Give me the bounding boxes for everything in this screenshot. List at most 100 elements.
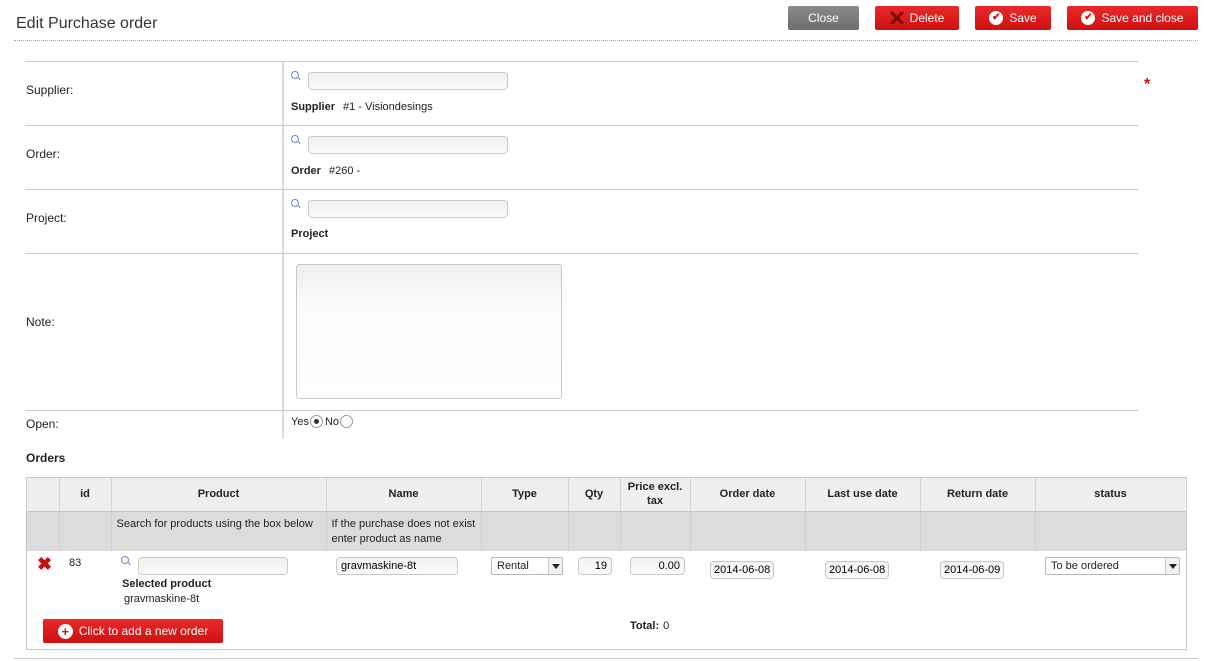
order-selected-value: #260 - <box>328 165 361 177</box>
project-search-input[interactable] <box>308 200 508 218</box>
column-header-price: Price excl. tax <box>620 478 691 512</box>
orders-total: Total: 0 <box>630 620 669 632</box>
page-title: Edit Purchase order <box>16 15 158 32</box>
column-header-last-use-date: Last use date <box>805 478 921 512</box>
project-search <box>291 199 508 218</box>
check-circle-icon: ✔ <box>989 11 1004 25</box>
plus-circle-icon: + <box>57 623 73 639</box>
save-and-close-button[interactable]: ✔ Save and close <box>1067 6 1198 30</box>
supplier-label: Supplier: <box>26 83 74 97</box>
supplier-search <box>291 71 508 90</box>
close-button[interactable]: Close <box>788 6 859 30</box>
product-search-input[interactable] <box>138 557 288 575</box>
product-search <box>121 556 325 575</box>
name-hint: If the purchase does not exist enter pro… <box>326 511 482 551</box>
qty-input[interactable] <box>578 557 612 575</box>
bottom-divider <box>14 658 1198 659</box>
price-input[interactable] <box>630 557 685 575</box>
search-icon <box>291 135 303 147</box>
orders-header-row: id Product Name Type Qty Price excl. tax… <box>27 478 1187 512</box>
delete-button[interactable]: Delete <box>875 6 959 30</box>
supplier-selected: Supplier #1 - Visiondesings <box>291 101 433 113</box>
total-value: 0 <box>663 620 670 632</box>
name-input[interactable] <box>336 557 458 575</box>
order-selected: Order #260 - <box>291 165 360 177</box>
column-header-return-date: Return date <box>920 478 1036 512</box>
hint-cell <box>620 511 691 551</box>
hint-cell <box>27 511 60 551</box>
add-order-button-label: Click to add a new order <box>78 624 209 638</box>
hint-cell <box>568 511 621 551</box>
open-row: Open: <box>25 410 1138 439</box>
open-label: Open: <box>26 417 59 431</box>
table-row: ✖ 83 Selected product gravmaskine-8t gra… <box>27 551 1186 613</box>
delete-x-icon <box>890 11 904 25</box>
orders-heading: Orders <box>26 451 66 465</box>
column-header-id: id <box>59 478 112 512</box>
close-button-label: Close <box>808 11 839 25</box>
supplier-search-input[interactable] <box>308 72 508 90</box>
order-search <box>291 135 508 154</box>
column-header-order-date: Order date <box>690 478 806 512</box>
save-and-close-button-label: Save and close <box>1101 11 1184 25</box>
chevron-down-icon <box>1165 558 1179 574</box>
column-header-qty: Qty <box>568 478 621 512</box>
order-selected-label: Order <box>291 165 321 177</box>
column-header-name: Name <box>326 478 482 512</box>
project-row: Project: <box>25 189 1138 253</box>
column-header-status: status <box>1035 478 1187 512</box>
hint-cell <box>59 511 112 551</box>
search-icon <box>291 199 303 211</box>
save-button[interactable]: ✔ Save <box>975 6 1051 30</box>
project-selected: Project <box>291 228 336 240</box>
open-no-label: No <box>324 415 340 428</box>
search-icon <box>291 71 303 83</box>
open-yes-radio[interactable] <box>309 415 323 428</box>
order-label: Order: <box>26 147 61 161</box>
hint-cell <box>920 511 1036 551</box>
column-header-type: Type <box>481 478 569 512</box>
order-row: Order: <box>25 125 1138 189</box>
hint-cell <box>690 511 806 551</box>
note-textarea[interactable] <box>296 264 562 399</box>
selected-product-label: Selected product <box>122 578 212 590</box>
open-no-radio[interactable] <box>340 415 354 428</box>
hint-cell <box>481 511 569 551</box>
selected-product-value: gravmaskine-8t <box>124 593 200 605</box>
save-button-label: Save <box>1009 11 1037 25</box>
chevron-down-icon <box>548 558 562 574</box>
supplier-selected-label: Supplier <box>291 101 336 113</box>
orders-hint-row: Search for products using the box below … <box>27 511 1187 551</box>
delete-button-label: Delete <box>909 11 945 25</box>
selected-product: Selected product gravmaskine-8t <box>122 577 325 607</box>
supplier-selected-value: #1 - Visiondesings <box>343 101 433 113</box>
supplier-row: Supplier: <box>25 61 1138 125</box>
row-id: 83 <box>69 557 82 569</box>
last-use-date-input[interactable] <box>825 561 889 579</box>
open-yes-label: Yes <box>291 415 309 428</box>
search-icon <box>121 556 133 568</box>
orders-table-container: id Product Name Type Qty Price excl. tax… <box>26 477 1187 650</box>
order-search-input[interactable] <box>308 136 508 154</box>
status-select-value: To be ordered <box>1051 560 1119 572</box>
add-order-button[interactable]: + Click to add a new order <box>43 619 223 643</box>
hint-cell <box>1035 511 1187 551</box>
status-select[interactable]: To be ordered <box>1045 557 1180 575</box>
open-radio-group: Yes No <box>291 415 355 428</box>
title-divider <box>14 40 1198 41</box>
type-select[interactable]: Rental <box>491 557 563 575</box>
note-row: Note: <box>25 253 1138 410</box>
product-hint: Search for products using the box below <box>111 511 327 551</box>
project-selected-label: Project <box>291 228 329 240</box>
note-label: Note: <box>26 315 55 329</box>
return-date-input[interactable] <box>940 561 1004 579</box>
delete-row-x-icon[interactable]: ✖ <box>37 555 52 573</box>
order-date-input[interactable] <box>710 561 774 579</box>
orders-table: id Product Name Type Qty Price excl. tax… <box>27 478 1187 613</box>
project-label: Project: <box>26 211 67 225</box>
column-header-product: Product <box>111 478 327 512</box>
hint-cell <box>805 511 921 551</box>
column-header <box>27 478 60 512</box>
total-label: Total: <box>630 620 660 632</box>
check-circle-icon: ✔ <box>1081 11 1096 25</box>
